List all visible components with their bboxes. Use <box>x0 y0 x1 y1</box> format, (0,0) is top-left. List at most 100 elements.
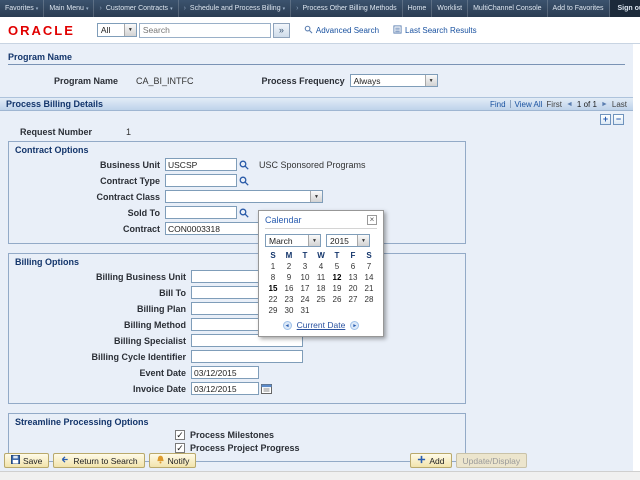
return-to-search-button[interactable]: Return to Search <box>53 453 144 468</box>
contract-input[interactable] <box>165 222 270 235</box>
find-link[interactable]: Find <box>490 100 506 109</box>
search-scope-select[interactable]: All ▼ <box>97 23 137 37</box>
business-unit-row: Business Unit USC Sponsored Programs <box>15 158 459 171</box>
calendar-prompt-icon[interactable] <box>261 383 272 394</box>
calendar-day[interactable] <box>345 306 361 315</box>
previous-month-icon[interactable]: ◄ <box>283 321 292 330</box>
calendar-day[interactable] <box>329 306 345 315</box>
breadcrumb-label: Schedule and Process Billing <box>190 5 281 12</box>
calendar-day[interactable]: 17 <box>297 284 313 293</box>
next-row-icon[interactable]: ► <box>601 101 608 108</box>
nav-main-menu[interactable]: Main Menu ▾ <box>44 0 94 17</box>
calendar-day[interactable] <box>313 306 329 315</box>
calendar-day[interactable]: 4 <box>313 262 329 271</box>
calendar-day[interactable]: 13 <box>345 273 361 282</box>
calendar-day[interactable]: 29 <box>265 306 281 315</box>
sign-out-button[interactable]: Sign out <box>610 0 640 17</box>
advanced-search-link[interactable]: Advanced Search <box>304 25 379 36</box>
calendar-day[interactable]: 14 <box>361 273 377 282</box>
previous-row-icon[interactable]: ◄ <box>566 101 573 108</box>
business-unit-description: USC Sponsored Programs <box>259 160 366 170</box>
add-row-button[interactable]: + <box>600 114 611 125</box>
breadcrumb-label: Customer Contracts <box>106 5 168 12</box>
calendar-popup-title: Calendar <box>265 215 302 225</box>
calendar-day[interactable]: 24 <box>297 295 313 304</box>
calendar-day[interactable]: 1 <box>265 262 281 271</box>
invoice-date-input[interactable] <box>191 382 259 395</box>
search-go-button[interactable]: » <box>273 23 290 38</box>
sold-to-lookup-icon[interactable] <box>239 208 249 218</box>
double-chevron-icon: » <box>279 25 284 35</box>
calendar-day[interactable]: 11 <box>313 273 329 282</box>
search-input[interactable] <box>139 23 271 38</box>
view-all-link[interactable]: View All <box>515 100 543 109</box>
next-month-icon[interactable]: ► <box>350 321 359 330</box>
calendar-day[interactable]: 8 <box>265 273 281 282</box>
contract-type-label: Contract Type <box>15 176 165 186</box>
calendar-day[interactable]: 31 <box>297 306 313 315</box>
dow-header: M <box>281 251 297 260</box>
sold-to-input[interactable] <box>165 206 237 219</box>
calendar-day[interactable]: 7 <box>361 262 377 271</box>
calendar-day[interactable] <box>361 306 377 315</box>
process-frequency-value: Always <box>351 75 425 86</box>
breadcrumb-schedule-process-billing[interactable]: › Schedule and Process Billing ▾ <box>179 0 292 17</box>
breadcrumb-process-other-billing-methods[interactable]: › Process Other Billing Methods <box>291 0 403 17</box>
nav-home-link[interactable]: Home <box>403 0 433 17</box>
calendar-day[interactable]: 30 <box>281 306 297 315</box>
calendar-day[interactable]: 9 <box>281 273 297 282</box>
calendar-year-select[interactable]: 2015 ▼ <box>326 234 370 247</box>
calendar-day[interactable]: 6 <box>345 262 361 271</box>
delete-row-button[interactable]: − <box>613 114 624 125</box>
add-button[interactable]: Add <box>410 453 451 468</box>
calendar-day[interactable]: 26 <box>329 295 345 304</box>
notify-button[interactable]: Notify <box>149 453 197 468</box>
calendar-day[interactable]: 16 <box>281 284 297 293</box>
contract-type-input[interactable] <box>165 174 237 187</box>
calendar-month-select[interactable]: March ▼ <box>265 234 321 247</box>
calendar-day-selected[interactable]: 12 <box>329 273 345 282</box>
bill-to-row: Bill To <box>15 286 459 299</box>
business-unit-input[interactable] <box>165 158 237 171</box>
calendar-day[interactable]: 28 <box>361 295 377 304</box>
calendar-day[interactable]: 25 <box>313 295 329 304</box>
nav-multichannel-console-link[interactable]: MultiChannel Console <box>468 0 547 17</box>
calendar-day[interactable]: 18 <box>313 284 329 293</box>
breadcrumb-customer-contracts[interactable]: › Customer Contracts ▾ <box>94 0 178 17</box>
calendar-day[interactable]: 19 <box>329 284 345 293</box>
calendar-day[interactable]: 23 <box>281 295 297 304</box>
event-date-input[interactable] <box>191 366 259 379</box>
calendar-day[interactable]: 10 <box>297 273 313 282</box>
process-project-progress-checkbox[interactable]: ✓ <box>175 443 185 453</box>
update-display-button: Update/Display <box>456 453 528 468</box>
calendar-day[interactable]: 5 <box>329 262 345 271</box>
current-date-link[interactable]: Current Date <box>297 320 346 330</box>
breadcrumb-separator-icon: › <box>184 5 186 12</box>
business-unit-lookup-icon[interactable] <box>239 160 249 170</box>
last-search-results-link[interactable]: Last Search Results <box>393 25 477 36</box>
nav-worklist-link[interactable]: Worklist <box>432 0 468 17</box>
calendar-day[interactable]: 27 <box>345 295 361 304</box>
nav-home-label: Home <box>408 5 427 12</box>
calendar-day[interactable]: 2 <box>281 262 297 271</box>
close-icon[interactable]: × <box>367 215 377 225</box>
calendar-day[interactable]: 3 <box>297 262 313 271</box>
dow-header: T <box>329 251 345 260</box>
contract-class-select[interactable]: ▼ <box>165 190 323 203</box>
process-milestones-row: ✓ Process Milestones <box>175 430 459 440</box>
calendar-day-today[interactable]: 15 <box>265 284 281 293</box>
process-frequency-select[interactable]: Always ▼ <box>350 74 438 87</box>
billing-cycle-identifier-input[interactable] <box>191 350 303 363</box>
nav-add-to-favorites-link[interactable]: Add to Favorites <box>548 0 610 17</box>
contract-label: Contract <box>15 224 165 234</box>
last-label: Last <box>612 100 627 109</box>
calendar-day[interactable]: 21 <box>361 284 377 293</box>
save-button[interactable]: Save <box>4 453 49 468</box>
nav-favorites[interactable]: Favorites ▾ <box>0 0 44 17</box>
calendar-day[interactable]: 20 <box>345 284 361 293</box>
calendar-day[interactable]: 22 <box>265 295 281 304</box>
contract-type-lookup-icon[interactable] <box>239 176 249 186</box>
dropdown-arrow-icon: ▼ <box>124 24 136 36</box>
billing-business-unit-row: Billing Business Unit <box>15 270 459 283</box>
process-milestones-checkbox[interactable]: ✓ <box>175 430 185 440</box>
